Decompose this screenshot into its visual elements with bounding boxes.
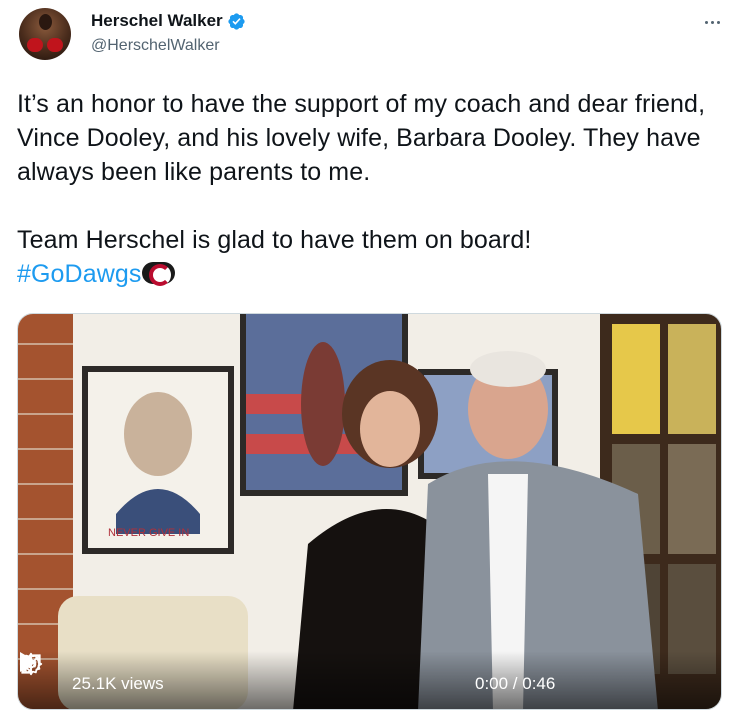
tweet-paragraph-1: It’s an honor to have the support of my … [17, 90, 706, 186]
tweet-text: It’s an honor to have the support of my … [17, 87, 727, 291]
fullscreen-icon[interactable] [18, 651, 44, 677]
video-timestamp: 0:00 / 0:46 [475, 674, 556, 693]
verified-badge-icon [228, 12, 245, 30]
video-controls: 25.1K views 0:00 / 0:46 [18, 651, 721, 709]
dot [710, 20, 714, 24]
svg-text:NEVER GIVE IN: NEVER GIVE IN [108, 527, 189, 539]
boxing-glove-right [47, 38, 63, 52]
tweet-card: Herschel Walker @HerschelWalker It’s an … [0, 0, 737, 711]
author-handle[interactable]: @HerschelWalker [91, 37, 220, 55]
author-display-name[interactable]: Herschel Walker [91, 11, 223, 31]
video-view-count: 25.1K views [72, 674, 164, 693]
tweet-paragraph-2: Team Herschel is glad to have them on bo… [17, 226, 532, 254]
dot [704, 20, 708, 24]
hashtag-link[interactable]: #GoDawgs [17, 260, 141, 288]
author-avatar[interactable] [19, 8, 71, 60]
avatar-head [39, 14, 52, 30]
video-player[interactable]: NEVER GIVE IN 25.1K views 0:00 / 0:46 [17, 313, 722, 710]
georgia-g-logo-icon [142, 262, 176, 286]
dot [716, 20, 720, 24]
boxing-glove-left [27, 38, 43, 52]
author-name-row: Herschel Walker [91, 11, 246, 31]
hashtag-line: #GoDawgs [17, 257, 727, 291]
more-options-icon[interactable] [700, 12, 724, 32]
